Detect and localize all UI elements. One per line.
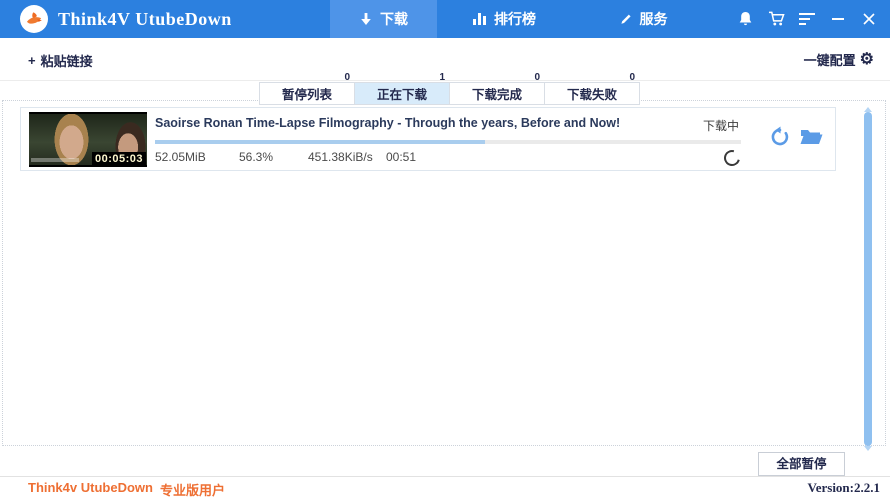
scrollbar-arrow-down-icon	[864, 446, 872, 451]
nav-tab-label: 服务	[639, 11, 668, 27]
download-percent: 56.3%	[239, 150, 274, 164]
titlebar: Think4V UtubeDown 下载 排行榜 服务	[0, 0, 890, 38]
tab-count-badge: 0	[629, 72, 635, 83]
footer-version: Version:2.2.1	[807, 480, 880, 495]
nav-tab-label: 下载	[380, 11, 408, 27]
tab-label: 下载失败	[566, 88, 617, 102]
bird-icon	[24, 9, 44, 29]
video-thumbnail: 00:05:03	[29, 112, 147, 167]
row-actions	[769, 126, 823, 148]
footer-user-type: 专业版用户	[160, 483, 226, 498]
pause-all-button[interactable]: 全部暂停	[758, 452, 845, 476]
footer-brand: Think4v UtubeDown	[28, 480, 153, 495]
nav-tab-service[interactable]: 服务	[587, 0, 699, 38]
tab-count-badge: 0	[344, 72, 350, 83]
plus-icon: +	[28, 53, 36, 68]
quick-config-label: 一键配置	[803, 53, 856, 68]
tab-failed[interactable]: 下载失败 0	[544, 72, 640, 105]
tab-count-badge: 0	[534, 72, 540, 83]
download-size: 52.05MiB	[155, 150, 206, 164]
download-arrow-icon	[359, 12, 373, 26]
footer-divider	[0, 476, 890, 477]
close-button[interactable]	[860, 10, 878, 28]
bell-icon[interactable]	[736, 10, 754, 28]
nav-tab-label: 排行榜	[494, 11, 536, 27]
cart-icon[interactable]	[767, 10, 785, 28]
nav-tab-download[interactable]: 下载	[330, 0, 437, 38]
open-folder-button[interactable]	[799, 127, 823, 147]
toolbar	[0, 38, 890, 81]
download-title: Saoirse Ronan Time-Lapse Filmography - T…	[155, 116, 621, 130]
tab-label: 下载完成	[471, 88, 522, 102]
app-logo	[20, 5, 48, 33]
tab-downloading[interactable]: 正在下载 1	[354, 72, 450, 105]
window-controls	[736, 0, 878, 38]
gear-icon: ⚙	[859, 50, 874, 68]
scrollbar-thumb[interactable]	[864, 107, 872, 451]
quick-config-button[interactable]: 一键配置 ⚙	[804, 50, 874, 69]
thumbnail-watermark	[31, 158, 79, 162]
download-speed: 451.38KiB/s	[308, 150, 373, 164]
restart-download-button[interactable]	[769, 126, 791, 148]
tab-count-badge: 1	[439, 72, 445, 83]
video-duration-badge: 00:05:03	[91, 152, 146, 166]
scrollbar-arrow-up-icon	[864, 107, 872, 112]
menu-icon[interactable]	[798, 10, 816, 28]
filter-tabs: 暂停列表 0 正在下载 1 下载完成 0 下载失败 0	[259, 72, 640, 105]
vertical-scrollbar[interactable]	[864, 107, 872, 456]
paste-link-label: 粘贴链接	[40, 54, 93, 69]
tab-label: 正在下载	[376, 88, 427, 102]
download-status: 下载中	[702, 119, 739, 133]
main-nav: 下载 排行榜 服务	[330, 0, 699, 38]
pencil-icon	[619, 12, 633, 26]
loading-spinner-icon	[721, 147, 743, 169]
tab-completed[interactable]: 下载完成 0	[449, 72, 545, 105]
download-time-remaining: 00:51	[386, 150, 417, 164]
bar-chart-icon	[472, 12, 487, 26]
app-title: Think4V UtubeDown	[58, 9, 232, 29]
download-item-row: 00:05:03 Saoirse Ronan Time-Lapse Filmog…	[20, 107, 836, 171]
minimize-button[interactable]	[829, 10, 847, 28]
tab-paused-list[interactable]: 暂停列表 0	[259, 72, 355, 105]
progress-bar	[155, 140, 741, 144]
paste-link-button[interactable]: + 粘贴链接	[28, 51, 93, 70]
tab-label: 暂停列表	[281, 88, 332, 102]
progress-fill	[155, 140, 485, 144]
nav-tab-ranking[interactable]: 排行榜	[445, 0, 563, 38]
